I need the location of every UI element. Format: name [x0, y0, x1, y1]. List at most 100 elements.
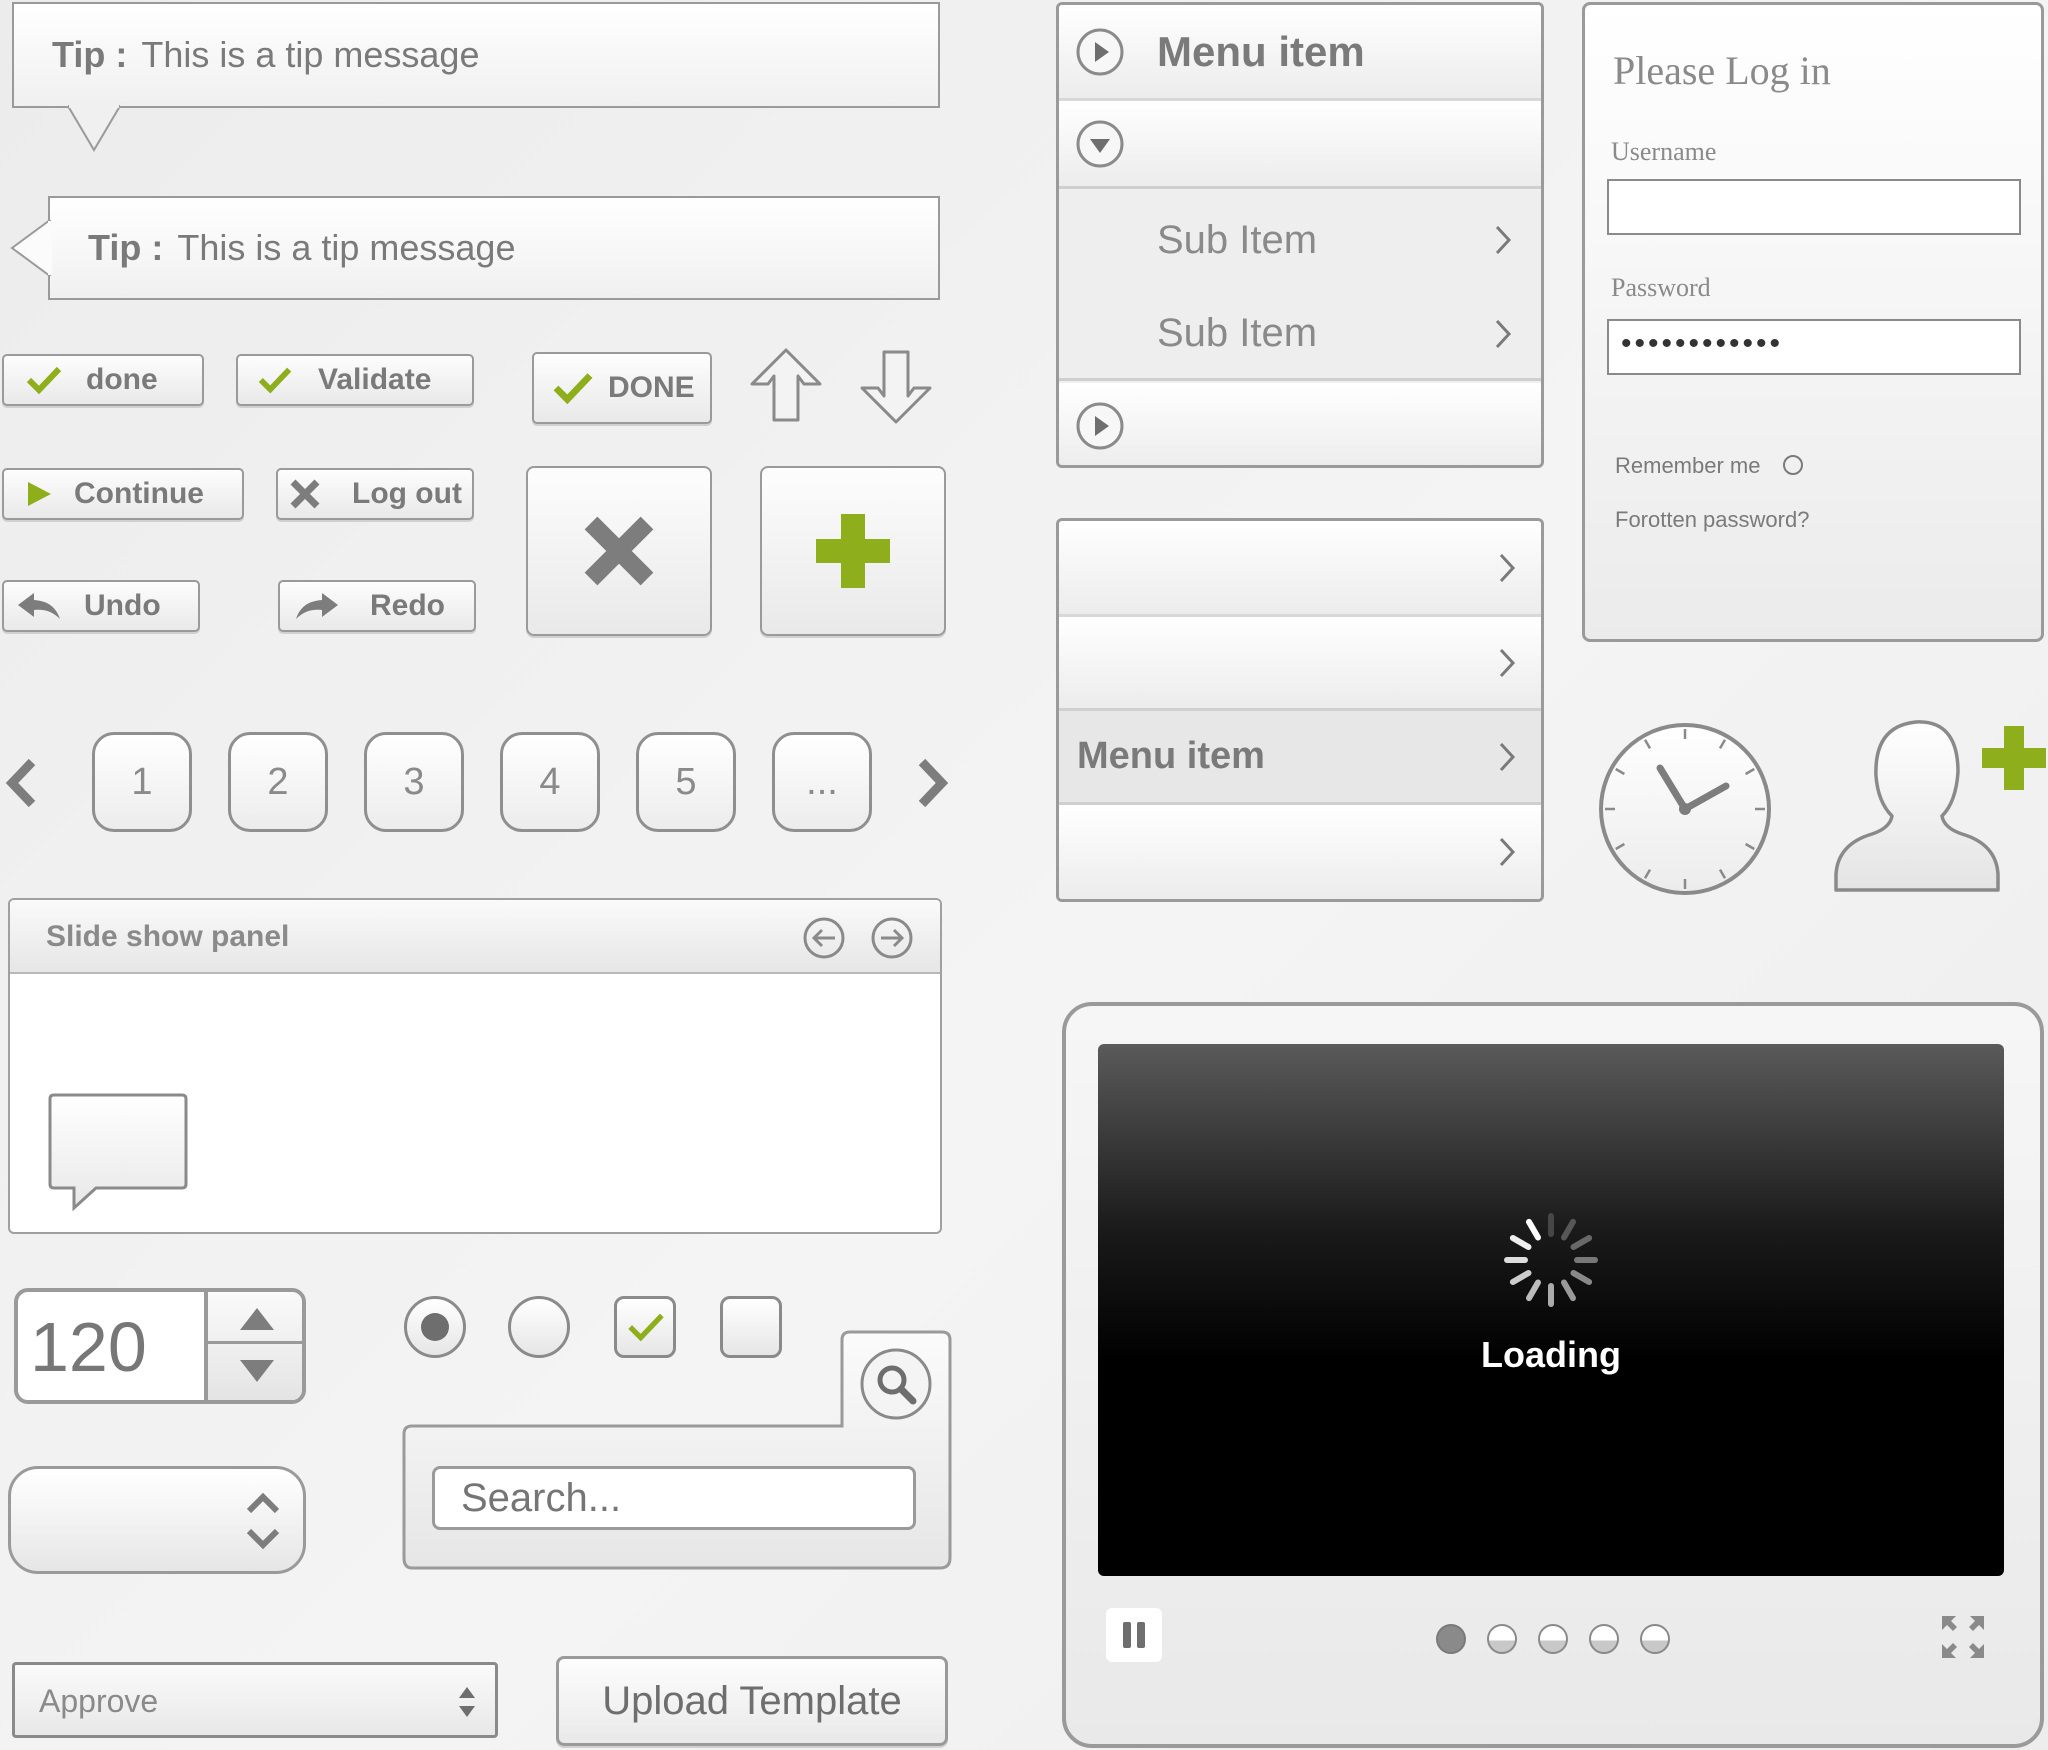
stepper-buttons [204, 1292, 302, 1400]
chevron-updown-icon [246, 1492, 280, 1550]
password-label: Password [1611, 273, 1711, 302]
sub-item-1[interactable]: Sub Item [1059, 191, 1541, 289]
chevron-right-icon [1499, 837, 1516, 867]
chevron-right-icon [1495, 225, 1512, 255]
chevron-right-icon [1499, 648, 1516, 677]
slide-dot[interactable] [1538, 1624, 1568, 1654]
continue-label: Continue [74, 477, 204, 510]
triangle-up-icon [240, 1308, 274, 1330]
password-input[interactable]: •••••••••••• [1607, 319, 2021, 375]
logout-label: Log out [352, 477, 462, 510]
pagination-prev-icon[interactable] [4, 758, 38, 808]
tip-pointer-down [68, 104, 120, 152]
validate-button[interactable]: Validate [236, 354, 474, 406]
undo-label: Undo [84, 589, 161, 622]
page-button-more[interactable]: ... [772, 732, 872, 832]
triangle-down-icon [240, 1360, 274, 1382]
tip-text: This is a tip message [177, 227, 516, 268]
sub-item-2[interactable]: Sub Item [1059, 289, 1541, 381]
done-caps-button[interactable]: DONE [532, 352, 712, 424]
slide-dot[interactable] [1589, 1624, 1619, 1654]
menu-list-item[interactable] [1059, 617, 1541, 711]
remove-tile-button[interactable] [526, 466, 712, 636]
stepper-down-button[interactable] [208, 1346, 302, 1400]
play-icon [28, 482, 51, 506]
menu-item-header-label: Menu item [1157, 27, 1365, 75]
done-button[interactable]: done [2, 354, 204, 406]
tip-pointer-left [10, 220, 52, 276]
undo-arrow-icon [18, 593, 60, 619]
menu-list-item-highlighted[interactable]: Menu item [1059, 711, 1541, 805]
slide-dot[interactable] [1640, 1624, 1670, 1654]
redo-button[interactable]: Redo [278, 580, 476, 632]
search-input[interactable] [432, 1466, 916, 1530]
slideshow-header: Slide show panel [10, 900, 940, 974]
undo-button[interactable]: Undo [2, 580, 200, 632]
arrow-up-icon[interactable] [746, 346, 826, 426]
slideshow-title: Slide show panel [46, 920, 290, 953]
continue-button[interactable]: Continue [2, 468, 244, 520]
validate-label: Validate [318, 363, 432, 396]
chevron-right-icon [1499, 742, 1516, 771]
clock-icon [1599, 723, 1771, 895]
username-label: Username [1611, 137, 1717, 166]
slide-dot[interactable] [1436, 1624, 1466, 1654]
check-icon [26, 366, 62, 395]
stepper-up-button[interactable] [208, 1292, 302, 1344]
select-arrows-icon [459, 1687, 475, 1717]
spinner-select[interactable] [8, 1466, 306, 1574]
chevron-right-icon [1499, 553, 1516, 582]
page-button-5[interactable]: 5 [636, 732, 736, 832]
page-button-3[interactable]: 3 [364, 732, 464, 832]
upload-template-label: Upload Template [602, 1678, 902, 1723]
tip-label: Tip : [88, 227, 164, 268]
pagination-next-icon[interactable] [916, 758, 950, 808]
slideshow-next-icon[interactable] [870, 916, 914, 960]
slideshow-prev-icon[interactable] [802, 916, 846, 960]
menu-item-collapsed[interactable] [1059, 383, 1541, 465]
approve-select[interactable]: Approve [12, 1662, 498, 1738]
fullscreen-icon[interactable] [1940, 1614, 1986, 1660]
menu-list-item-label: Menu item [1077, 735, 1265, 777]
upload-template-button[interactable]: Upload Template [556, 1656, 948, 1746]
menu-panel-list: Menu item [1056, 518, 1544, 902]
sub-item-label: Sub Item [1157, 311, 1318, 355]
pause-button[interactable] [1106, 1608, 1162, 1662]
username-input[interactable] [1607, 179, 2021, 235]
play-down-icon [1076, 120, 1124, 167]
arrow-down-icon[interactable] [856, 346, 936, 426]
big-x-icon [584, 516, 654, 586]
tip-message-bottom: Tip : This is a tip message [12, 2, 940, 108]
tip-text: This is a tip message [141, 34, 480, 75]
tip-message-left: Tip : This is a tip message [48, 196, 940, 300]
remember-radio[interactable] [1783, 455, 1803, 475]
user-add-icon[interactable] [1832, 716, 2046, 892]
menu-list-item[interactable] [1059, 521, 1541, 617]
logout-button[interactable]: Log out [276, 468, 474, 520]
login-title: Please Log in [1613, 48, 1831, 93]
redo-arrow-icon [296, 593, 338, 619]
sub-item-label: Sub Item [1157, 217, 1318, 262]
menu-item-expanded[interactable] [1059, 101, 1541, 189]
speech-bubble-icon [48, 1093, 188, 1212]
video-player: Loading [1062, 1002, 2044, 1748]
remember-label: Remember me [1615, 453, 1761, 478]
page-button-4[interactable]: 4 [500, 732, 600, 832]
quantity-input[interactable] [28, 1302, 212, 1392]
page-button-1[interactable]: 1 [92, 732, 192, 832]
tip-label: Tip : [52, 34, 128, 75]
menu-item-header[interactable]: Menu item [1059, 5, 1541, 101]
menu-list-item[interactable] [1059, 805, 1541, 899]
check-icon [258, 367, 292, 394]
menu-panel-expandable: Menu item Sub Item Sub Item [1056, 2, 1544, 468]
page-button-2[interactable]: 2 [228, 732, 328, 832]
done-label: done [86, 363, 158, 396]
video-screen[interactable]: Loading [1098, 1044, 2004, 1576]
forgot-password-link[interactable]: Forotten password? [1615, 507, 1809, 533]
slide-dot[interactable] [1487, 1624, 1517, 1654]
search-icon[interactable] [858, 1346, 934, 1422]
add-tile-button[interactable] [760, 466, 946, 636]
big-plus-icon [816, 514, 890, 588]
loading-spinner-icon [1504, 1213, 1598, 1307]
password-value: •••••••••••• [1621, 327, 1784, 360]
